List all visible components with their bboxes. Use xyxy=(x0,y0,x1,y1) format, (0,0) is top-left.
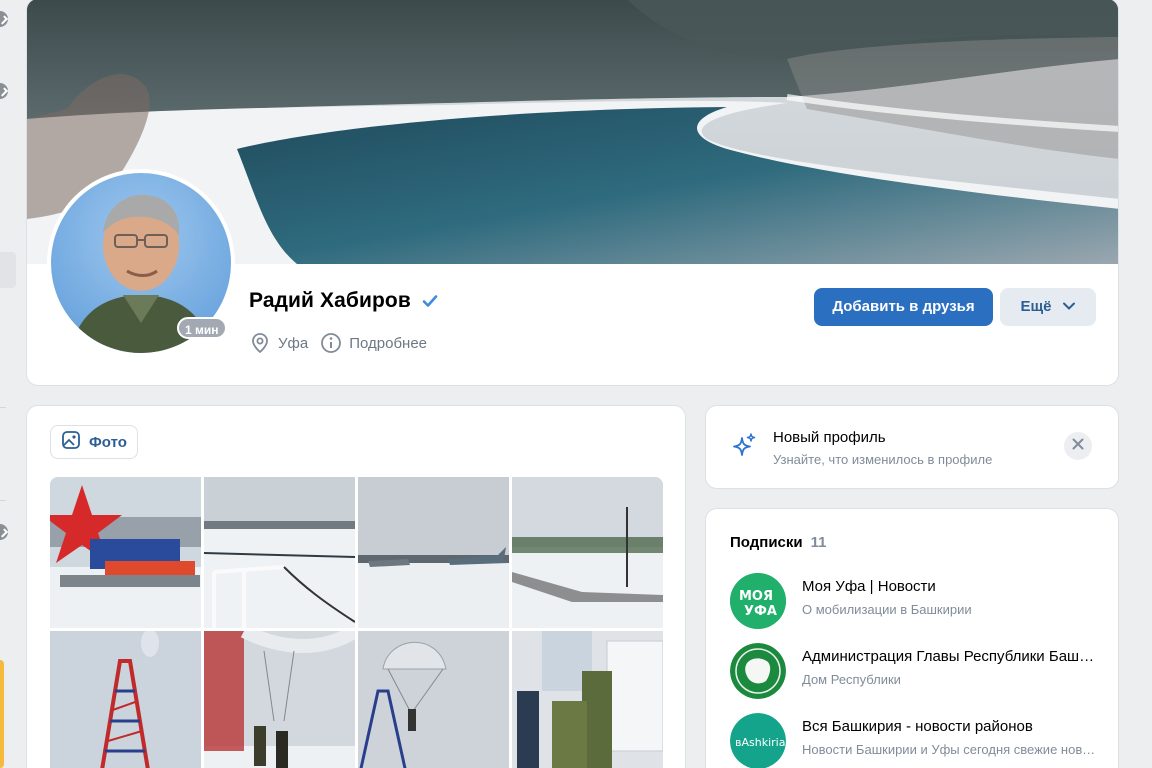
new-profile-title[interactable]: Новый профиль xyxy=(773,429,886,446)
community-description: Дом Республики xyxy=(802,672,901,687)
location-pin-icon xyxy=(249,332,271,354)
info-icon xyxy=(320,332,342,354)
list-item[interactable]: МОЯ УФА Моя Уфа | Новости О мобилизации … xyxy=(730,573,1100,631)
winter-park-photo xyxy=(204,477,355,628)
list-item[interactable]: вAshkiria Вся Башкирия - новости районов… xyxy=(730,713,1100,768)
photos-card: Фото xyxy=(26,405,686,768)
photo-thumbnail[interactable] xyxy=(50,477,201,628)
nav-item-icon[interactable] xyxy=(0,83,8,99)
city-label: Уфа xyxy=(278,334,309,352)
photo-thumbnail[interactable] xyxy=(512,631,663,768)
subscriptions-card: Подписки 11 МОЯ УФА Моя Уфа | Новости О … xyxy=(705,508,1119,768)
page: 1 мин Радий Хабиров Уфа Подробнее Добави… xyxy=(0,0,1152,768)
svg-text:МОЯ: МОЯ xyxy=(739,589,773,604)
community-title: Вся Башкирия - новости районов xyxy=(802,718,1033,735)
fitting-photo xyxy=(512,631,663,768)
community-avatar xyxy=(730,643,786,699)
profile-name-row: Радий Хабиров xyxy=(249,289,439,313)
close-button[interactable] xyxy=(1064,432,1092,460)
rail-divider xyxy=(0,500,6,501)
community-avatar: вAshkiria xyxy=(730,713,786,768)
more-actions-button[interactable]: Ещё xyxy=(1000,288,1096,326)
tower-photo xyxy=(50,631,201,768)
tab-photos[interactable]: Фото xyxy=(50,425,138,459)
photo-thumbnail[interactable] xyxy=(50,631,201,768)
photo-grid xyxy=(50,477,663,768)
online-status-badge: 1 мин xyxy=(177,317,227,339)
community-avatar: МОЯ УФА xyxy=(730,573,786,629)
chevron-down-icon xyxy=(1062,288,1076,326)
profile-city[interactable]: Уфа xyxy=(249,332,308,354)
add-friend-button[interactable]: Добавить в друзья xyxy=(814,288,993,326)
nav-active-item[interactable] xyxy=(0,252,16,288)
profile-details-link[interactable]: Подробнее xyxy=(320,332,427,354)
photo-thumbnail[interactable] xyxy=(512,477,663,628)
parachute-training-photo xyxy=(358,631,509,768)
photo-thumbnail[interactable] xyxy=(358,631,509,768)
sparkle-icon xyxy=(730,432,758,460)
photo-thumbnail[interactable] xyxy=(204,631,355,768)
svg-text:вAshkiria: вAshkiria xyxy=(735,736,785,749)
community-description: Новости Башкирии и Уфы сегодня свежие но… xyxy=(802,742,1098,757)
profile-header-card: 1 мин Радий Хабиров Уфа Подробнее Добави… xyxy=(26,0,1119,386)
subscriptions-title: Подписки xyxy=(730,534,803,551)
left-rail xyxy=(0,0,22,768)
aircraft-photo xyxy=(358,477,509,628)
nav-item-icon[interactable] xyxy=(0,11,8,27)
photo-thumbnail[interactable] xyxy=(204,477,355,628)
svg-text:УФА: УФА xyxy=(744,604,777,619)
photo-icon xyxy=(61,430,81,454)
new-profile-subtitle: Узнайте, что изменилось в профиле xyxy=(773,452,993,467)
tab-photos-label: Фото xyxy=(89,433,127,451)
subscriptions-count: 11 xyxy=(810,534,827,551)
rail-divider xyxy=(0,407,6,408)
more-label: Ещё xyxy=(1020,298,1052,315)
nav-promo-badge[interactable] xyxy=(0,660,4,768)
park-photo xyxy=(512,477,663,628)
close-icon xyxy=(1072,437,1084,455)
community-title: Администрация Главы Республики Башкортос… xyxy=(802,648,1098,665)
new-profile-card: Новый профиль Узнайте, что изменилось в … xyxy=(705,405,1119,489)
photo-thumbnail[interactable] xyxy=(358,477,509,628)
nav-item-icon[interactable] xyxy=(0,524,8,540)
community-description: О мобилизации в Башкирии xyxy=(802,602,972,617)
parachute-photo xyxy=(204,631,355,768)
details-label: Подробнее xyxy=(349,334,428,352)
subscriptions-header[interactable]: Подписки 11 xyxy=(730,534,826,551)
profile-meta: Уфа Подробнее xyxy=(249,332,427,354)
profile-name: Радий Хабиров xyxy=(249,289,411,312)
verified-icon[interactable] xyxy=(421,292,439,310)
community-title: Моя Уфа | Новости xyxy=(802,578,936,595)
stela-photo xyxy=(50,477,201,628)
list-item[interactable]: Администрация Главы Республики Башкортос… xyxy=(730,643,1100,701)
